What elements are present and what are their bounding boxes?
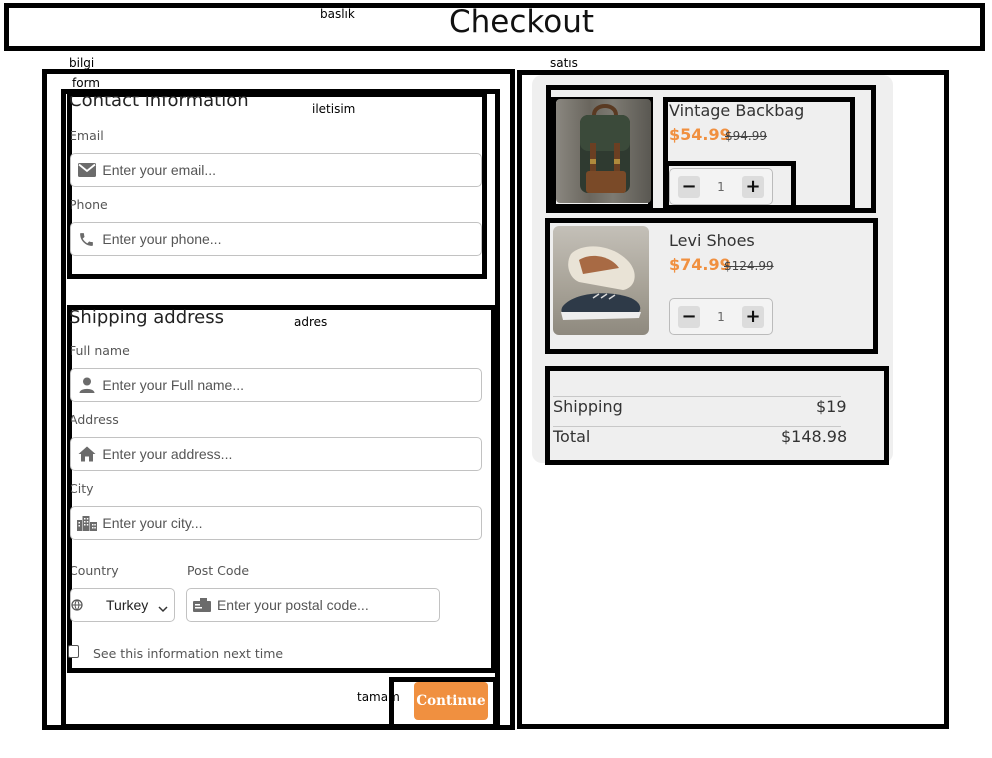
city-field[interactable] <box>70 506 482 540</box>
item2-minus-button[interactable]: − <box>678 305 700 328</box>
total-value: $148.98 <box>781 427 848 446</box>
tag-iletisim: iletisim <box>312 102 356 116</box>
item2-price: $74.99 <box>669 255 731 274</box>
tag-adres: adres <box>294 315 328 329</box>
address-field[interactable] <box>70 437 482 471</box>
backpack-image <box>556 99 651 203</box>
email-label: Email <box>69 128 104 143</box>
page-title: Checkout <box>449 4 595 40</box>
city-input[interactable] <box>102 515 481 531</box>
country-select[interactable]: Turkey <box>70 588 175 622</box>
item2-name: Levi Shoes <box>669 231 755 250</box>
postcode-field[interactable] <box>186 588 440 622</box>
user-icon <box>71 377 102 393</box>
item1-name: Vintage Backbag <box>669 101 805 120</box>
item1-qty: 1 <box>717 179 725 194</box>
item2-quantity-stepper[interactable]: − 1 + <box>669 298 773 335</box>
address-label: Address <box>69 412 119 427</box>
postcode-label: Post Code <box>187 563 250 578</box>
tag-form: form <box>72 76 100 90</box>
chevron-down-icon <box>158 600 168 618</box>
country-label: Country <box>69 563 119 578</box>
phone-icon <box>71 231 102 248</box>
phone-label: Phone <box>69 197 108 212</box>
remember-checkbox[interactable] <box>68 645 79 658</box>
item2-old-price: $124.99 <box>724 259 774 273</box>
continue-button[interactable]: Continue <box>414 682 488 720</box>
tag-baslik: baslık <box>320 7 355 21</box>
item1-price: $54.99 <box>669 125 731 144</box>
remember-label: See this information next time <box>93 646 284 661</box>
item1-plus-button[interactable]: + <box>741 175 764 198</box>
tag-satis: satıs <box>550 56 578 70</box>
country-value: Turkey <box>106 597 149 613</box>
item2-plus-button[interactable]: + <box>741 305 764 328</box>
item2-qty: 1 <box>717 309 725 324</box>
tag-tamam: tamam <box>357 690 400 704</box>
home-icon <box>71 446 102 462</box>
item1-quantity-stepper[interactable]: − 1 + <box>669 168 773 205</box>
city-icon <box>71 515 102 531</box>
item1-minus-button[interactable]: − <box>678 175 700 198</box>
shipping-label: Shipping <box>553 397 623 416</box>
address-input[interactable] <box>102 446 481 462</box>
postcode-input[interactable] <box>216 597 439 613</box>
shoe-image <box>553 226 649 335</box>
phone-field[interactable] <box>70 222 482 256</box>
globe-icon <box>71 599 85 611</box>
total-label: Total <box>553 427 591 446</box>
email-field[interactable] <box>70 153 482 187</box>
item1-old-price: $94.99 <box>725 129 767 143</box>
fullname-input[interactable] <box>102 377 481 393</box>
fullname-label: Full name <box>69 343 130 358</box>
fullname-field[interactable] <box>70 368 482 402</box>
email-input[interactable] <box>102 162 481 178</box>
phone-input[interactable] <box>102 231 481 247</box>
mailbox-icon <box>187 598 217 612</box>
shipping-value: $19 <box>816 397 847 416</box>
tag-bilgi: bilgi <box>69 56 95 70</box>
shipping-heading: Shipping address <box>69 307 224 328</box>
envelope-icon <box>71 163 102 177</box>
city-label: City <box>69 481 94 496</box>
